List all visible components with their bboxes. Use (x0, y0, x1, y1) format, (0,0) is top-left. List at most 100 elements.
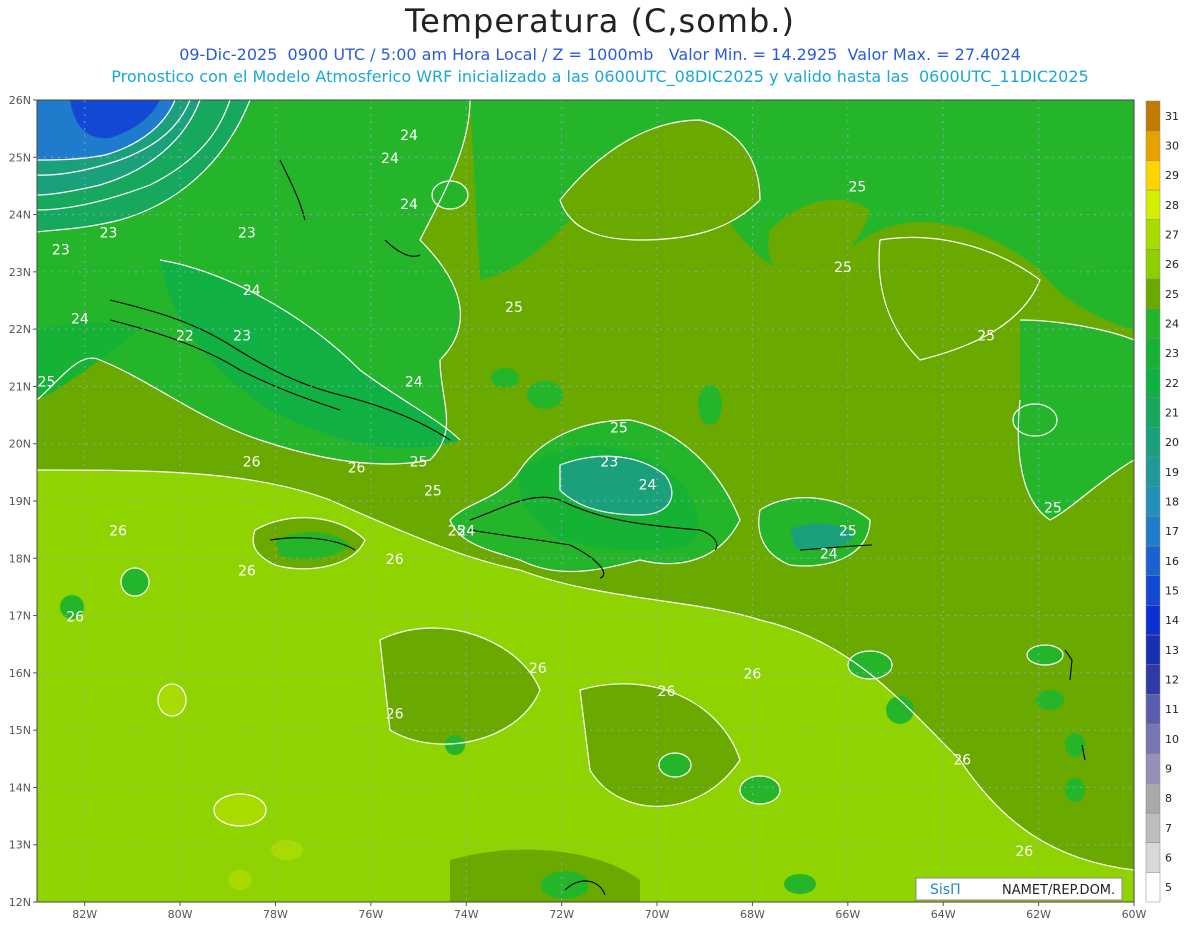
latitude-tick-label: 25N (9, 151, 31, 164)
logo-box: SisΠ NAMET/REP.DOM. (915, 877, 1123, 901)
colorbar-swatch (1145, 160, 1161, 191)
colorbar-label: 16 (1165, 555, 1179, 568)
colorbar-label: 20 (1165, 436, 1179, 449)
contour-label: 23 (600, 455, 618, 471)
colorbar-swatch (1145, 456, 1161, 487)
latitude-tick-label: 23N (9, 266, 31, 279)
colorbar-label: 19 (1165, 466, 1179, 479)
colorbar-label: 9 (1165, 763, 1172, 776)
colorbar-swatch (1145, 842, 1161, 873)
colorbar-label: 14 (1165, 614, 1179, 627)
logo-text: NAMET/REP.DOM. (1002, 883, 1115, 898)
longitude-tick-label: 72W (549, 908, 574, 921)
longitude-tick-label: 62W (1026, 908, 1051, 921)
contour-label: 26 (386, 552, 404, 568)
colorbar-swatch (1145, 812, 1161, 843)
longitude-tick-label: 68W (740, 908, 765, 921)
contour-label: 24 (71, 311, 89, 327)
colorbar-swatch (1145, 783, 1161, 814)
contour-label: 26 (243, 455, 261, 471)
logo-brand: SisΠ (930, 882, 961, 898)
colorbar-swatch (1145, 338, 1161, 369)
contour-label: 23 (100, 225, 118, 241)
latitude-tick-label: 21N (9, 380, 31, 393)
colorbar-swatch (1145, 723, 1161, 754)
longitude-tick-label: 82W (72, 908, 97, 921)
contour-label: 26 (348, 460, 366, 476)
colorbar-swatch (1145, 634, 1161, 665)
colorbar-label: 27 (1165, 229, 1179, 242)
colorbar-label: 5 (1165, 881, 1172, 894)
latitude-tick-label: 15N (9, 724, 31, 737)
colorbar-label: 25 (1165, 288, 1179, 301)
temperature-map: 26N 25N 24N 23N 22N 21N 20N 19N 18N 17N 16N 15N 14N 1… (9, 94, 1179, 921)
latitude-tick-label: 24N (9, 209, 31, 222)
colorbar-swatch (1145, 753, 1161, 784)
colorbar-swatch (1145, 100, 1161, 131)
colorbar-swatch (1145, 664, 1161, 695)
longitude-tick-label: 66W (835, 908, 860, 921)
latitude-tick-label: 20N (9, 438, 31, 451)
colorbar-label: 17 (1165, 525, 1179, 538)
colorbar-label: 22 (1165, 377, 1179, 390)
contour-label: 25 (834, 260, 852, 276)
contour-label: 24 (457, 523, 475, 539)
colorbar-label: 18 (1165, 496, 1179, 509)
longitude-tick-label: 80W (168, 908, 193, 921)
colorbar-swatch (1145, 694, 1161, 725)
latitude-tick-label: 13N (9, 839, 31, 852)
contour-label: 24 (243, 283, 261, 299)
colorbar-swatch (1145, 189, 1161, 220)
contour-label: 26 (66, 609, 84, 625)
colorbar: 5 6 7 8 9 10 11 12 13 14 15 16 17 18 19 20 21 22 23 24 25 26 2… (1145, 100, 1179, 903)
contour-label: 25 (610, 420, 628, 436)
latitude-tick-label: 26N (9, 94, 31, 107)
latitude-tick-label: 22N (9, 323, 31, 336)
contour-label: 25 (848, 180, 866, 196)
latitude-tick-label: 19N (9, 495, 31, 508)
colorbar-swatch (1145, 249, 1161, 280)
longitude-tick-label: 64W (931, 908, 956, 921)
colorbar-swatch (1145, 427, 1161, 458)
contour-label: 22 (176, 329, 194, 345)
contour-label: 25 (1044, 500, 1062, 516)
longitude-axis: 82W 80W 78W 76W 74W 72W 70W 68W 66W 64W 62W 60W (72, 902, 1147, 921)
latitude-tick-label: 18N (9, 552, 31, 565)
colorbar-swatch (1145, 397, 1161, 428)
contour-label: 23 (52, 243, 70, 259)
contour-label: 24 (400, 128, 418, 144)
colorbar-label: 12 (1165, 674, 1179, 687)
latitude-tick-label: 14N (9, 781, 31, 794)
contour-label: 24 (405, 374, 423, 390)
colorbar-label: 13 (1165, 644, 1179, 657)
contour-label: 25 (839, 523, 857, 539)
colorbar-label: 28 (1165, 199, 1179, 212)
colorbar-label: 26 (1165, 258, 1179, 271)
contour-label: 24 (381, 151, 399, 167)
colorbar-label: 24 (1165, 318, 1179, 331)
contour-label: 26 (744, 667, 762, 683)
colorbar-swatch (1145, 278, 1161, 309)
colorbar-swatch (1145, 486, 1161, 517)
colorbar-label: 23 (1165, 347, 1179, 360)
contour-label: 24 (820, 546, 838, 562)
contour-label: 25 (424, 483, 442, 499)
colorbar-swatch (1145, 308, 1161, 339)
colorbar-label: 7 (1165, 822, 1172, 835)
colorbar-swatch (1145, 130, 1161, 161)
contour-label: 25 (410, 455, 428, 471)
longitude-tick-label: 60W (1122, 908, 1147, 921)
colorbar-label: 11 (1165, 703, 1179, 716)
contour-label: 25 (505, 300, 523, 316)
contour-label: 26 (109, 523, 127, 539)
colorbar-swatch (1145, 219, 1161, 250)
contour-label: 23 (238, 225, 256, 241)
longitude-tick-label: 70W (645, 908, 670, 921)
colorbar-swatch (1145, 367, 1161, 398)
colorbar-label: 10 (1165, 733, 1179, 746)
colorbar-swatch (1145, 516, 1161, 547)
colorbar-label: 30 (1165, 140, 1179, 153)
contour-label: 25 (38, 374, 56, 390)
contour-label: 24 (400, 197, 418, 213)
latitude-axis: 26N 25N 24N 23N 22N 21N 20N 19N 18N 17N 16N 15N 14N 1… (9, 94, 37, 909)
